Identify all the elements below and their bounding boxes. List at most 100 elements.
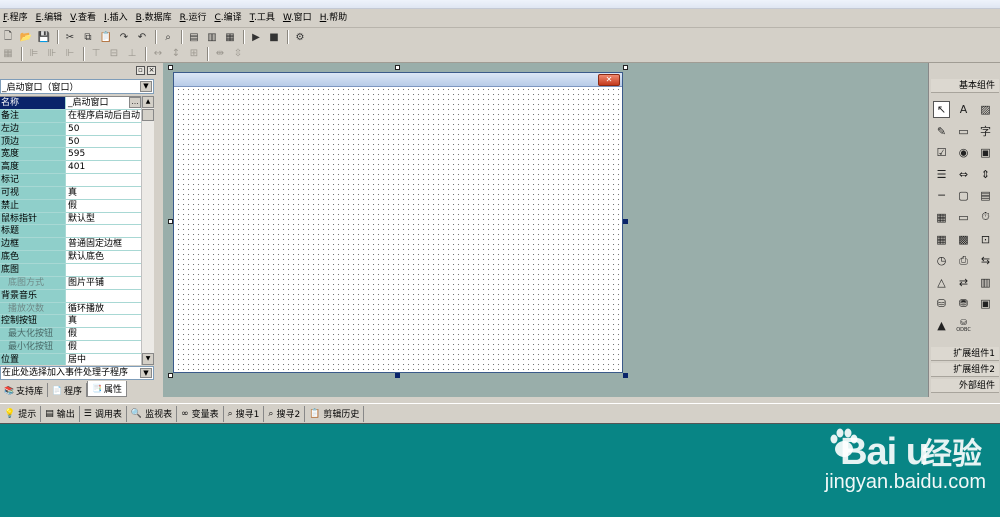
property-value[interactable]: 默认型 bbox=[65, 212, 141, 225]
property-value[interactable]: 50 bbox=[65, 135, 141, 148]
bottom-tab-output[interactable]: ▤ 输出 bbox=[41, 405, 80, 422]
align-left-icon[interactable]: ⊫ bbox=[26, 46, 42, 62]
timer-icon[interactable]: ⏱ bbox=[977, 209, 994, 226]
line-icon[interactable]: ─ bbox=[933, 187, 950, 204]
property-row[interactable]: 最大化按钮假 bbox=[0, 328, 141, 342]
property-value[interactable]: 595 bbox=[65, 148, 141, 161]
bottom-tab-variables[interactable]: ∞ 变量表 bbox=[177, 405, 224, 422]
resize-handle-sw[interactable] bbox=[168, 373, 173, 378]
bottom-tab-search1[interactable]: ⌕ 搜寻1 bbox=[224, 405, 265, 422]
listbox-icon[interactable]: ☰ bbox=[933, 166, 950, 183]
ellipsis-icon[interactable]: … bbox=[129, 97, 141, 108]
tab-library[interactable]: 📚 支持库 bbox=[0, 383, 48, 397]
picture-box-icon[interactable]: ▨ bbox=[977, 101, 994, 118]
property-value[interactable]: 图片平铺 bbox=[65, 276, 141, 289]
font-icon[interactable]: 字 bbox=[977, 123, 994, 140]
image-list-icon[interactable]: ▥ bbox=[977, 274, 994, 291]
property-row[interactable]: 名称 _启动窗口… bbox=[0, 97, 141, 110]
tray-icon[interactable]: ⇆ bbox=[977, 252, 994, 269]
frame-icon[interactable]: ▣ bbox=[977, 144, 994, 161]
resize-handle-se[interactable] bbox=[623, 373, 628, 378]
menu-item-7[interactable]: T.工具 bbox=[247, 9, 278, 28]
align-top-icon[interactable]: ⊤ bbox=[88, 46, 104, 62]
toolbox-group-external[interactable]: 外部组件 bbox=[931, 379, 999, 393]
button-icon[interactable]: ▭ bbox=[955, 123, 972, 140]
menu-item-0[interactable]: F.程序 bbox=[0, 9, 31, 28]
property-value[interactable]: _启动窗口… bbox=[65, 97, 141, 109]
menu-item-8[interactable]: W.窗口 bbox=[280, 9, 315, 28]
property-value[interactable]: 50 bbox=[65, 122, 141, 135]
toolbox-group-basic[interactable]: 基本组件 bbox=[931, 79, 999, 93]
menu-item-9[interactable]: H.帮助 bbox=[317, 9, 350, 28]
property-value[interactable]: 真 bbox=[65, 186, 141, 199]
property-row[interactable]: 最小化按钮假 bbox=[0, 341, 141, 354]
property-value[interactable]: 普通固定边框 bbox=[65, 238, 141, 251]
save-icon[interactable]: 💾 bbox=[36, 29, 52, 45]
form-window[interactable]: ✕ bbox=[173, 72, 623, 373]
property-row[interactable]: 边框 普通固定边框 bbox=[0, 238, 141, 252]
textbox-icon[interactable]: ▭ bbox=[955, 209, 972, 226]
align-bottom-icon[interactable]: ⊥ bbox=[124, 46, 140, 62]
resize-handle-n[interactable] bbox=[395, 65, 400, 70]
tab-program[interactable]: 📄 程序 bbox=[47, 383, 87, 397]
menu-item-4[interactable]: B.数据库 bbox=[133, 9, 175, 28]
find-icon[interactable]: ⌕ bbox=[160, 29, 176, 45]
checkbox-icon[interactable]: ☑ bbox=[933, 144, 950, 161]
data-source2-icon[interactable]: ⛃ bbox=[955, 295, 972, 312]
property-value[interactable]: 401 bbox=[65, 161, 141, 174]
event-selector[interactable]: 在此处选择加入事件处理子程序 ▼ bbox=[0, 366, 154, 380]
scroll-h-icon[interactable]: ⇔ bbox=[955, 166, 972, 183]
cut-icon[interactable]: ✂ bbox=[62, 29, 78, 45]
menu-item-2[interactable]: V.查看 bbox=[67, 9, 99, 28]
grid-icon[interactable]: ▦ bbox=[933, 231, 950, 248]
property-row[interactable]: 左边 50 bbox=[0, 122, 141, 136]
resize-handle-e[interactable] bbox=[623, 219, 628, 224]
stop-icon[interactable]: ■ bbox=[266, 29, 282, 45]
same-width-icon[interactable]: ↔ bbox=[150, 46, 166, 62]
bottom-tab-clip-history[interactable]: 📋 剪辑历史 bbox=[305, 405, 365, 422]
debug-icon[interactable]: ⚙ bbox=[292, 29, 308, 45]
align-center-v-icon[interactable]: ⊪ bbox=[44, 46, 60, 62]
close-icon[interactable]: × bbox=[147, 65, 156, 75]
property-row[interactable]: 控制按钮真 bbox=[0, 315, 141, 329]
resize-handle-s[interactable] bbox=[395, 373, 400, 378]
property-row[interactable]: 顶边 50 bbox=[0, 135, 141, 149]
property-row[interactable]: 底图方式 图片平铺 bbox=[0, 276, 141, 290]
property-row[interactable]: 播放次数 循环播放 bbox=[0, 302, 141, 316]
bottom-tab-search2[interactable]: ⌕ 搜寻2 bbox=[264, 405, 306, 422]
pointer-icon[interactable]: ↖ bbox=[933, 101, 950, 118]
property-scrollbar[interactable]: ▲ ▼ bbox=[141, 96, 154, 365]
network-icon[interactable]: ⇄ bbox=[955, 274, 972, 291]
dialog-icon[interactable]: ⊡ bbox=[977, 231, 994, 248]
pin-icon[interactable]: ▫ bbox=[136, 65, 145, 75]
property-value[interactable] bbox=[65, 225, 141, 238]
align-right-icon[interactable]: ⊩ bbox=[62, 46, 78, 62]
new-file-icon[interactable]: 🗋 bbox=[0, 29, 16, 45]
property-value[interactable]: 默认底色 bbox=[65, 251, 141, 263]
odbc-icon[interactable]: ⛁ ODBC bbox=[955, 317, 972, 334]
property-row[interactable]: 标记 bbox=[0, 174, 141, 187]
property-value[interactable]: 假 bbox=[65, 199, 141, 212]
chart-icon[interactable]: ▲ bbox=[933, 317, 950, 334]
chevron-down-icon[interactable]: ▼ bbox=[140, 368, 152, 378]
same-height-icon[interactable]: ↕ bbox=[168, 46, 184, 62]
property-value[interactable]: 循环播放 bbox=[65, 302, 141, 315]
align-middle-icon[interactable]: ⊟ bbox=[106, 46, 122, 62]
resize-handle-w[interactable] bbox=[168, 219, 173, 224]
property-value[interactable]: 真 bbox=[65, 315, 141, 328]
toolbox-group-ext2[interactable]: 扩展组件2 bbox=[931, 363, 999, 377]
radio-icon[interactable]: ◉ bbox=[955, 144, 972, 161]
tab-property[interactable]: 📑 属性 bbox=[86, 381, 127, 397]
grid-icon[interactable]: ▦ bbox=[0, 46, 16, 62]
chevron-down-icon[interactable]: ▼ bbox=[140, 81, 152, 92]
scroll-down-icon[interactable]: ▼ bbox=[142, 353, 154, 365]
panel-icon[interactable]: ▢ bbox=[955, 187, 972, 204]
property-row[interactable]: 底色 默认底色 bbox=[0, 251, 141, 264]
label-icon[interactable]: A bbox=[955, 101, 972, 118]
property-row[interactable]: 鼠标指针 默认型 bbox=[0, 212, 141, 226]
copy-icon[interactable]: ⧉ bbox=[80, 29, 96, 45]
frame2-icon[interactable]: ▣ bbox=[977, 295, 994, 312]
property-row[interactable]: 备注 在程序启动后自动 bbox=[0, 109, 141, 123]
open-folder-icon[interactable]: 📂 bbox=[18, 29, 34, 45]
table-icon[interactable]: ▦ bbox=[933, 209, 950, 226]
